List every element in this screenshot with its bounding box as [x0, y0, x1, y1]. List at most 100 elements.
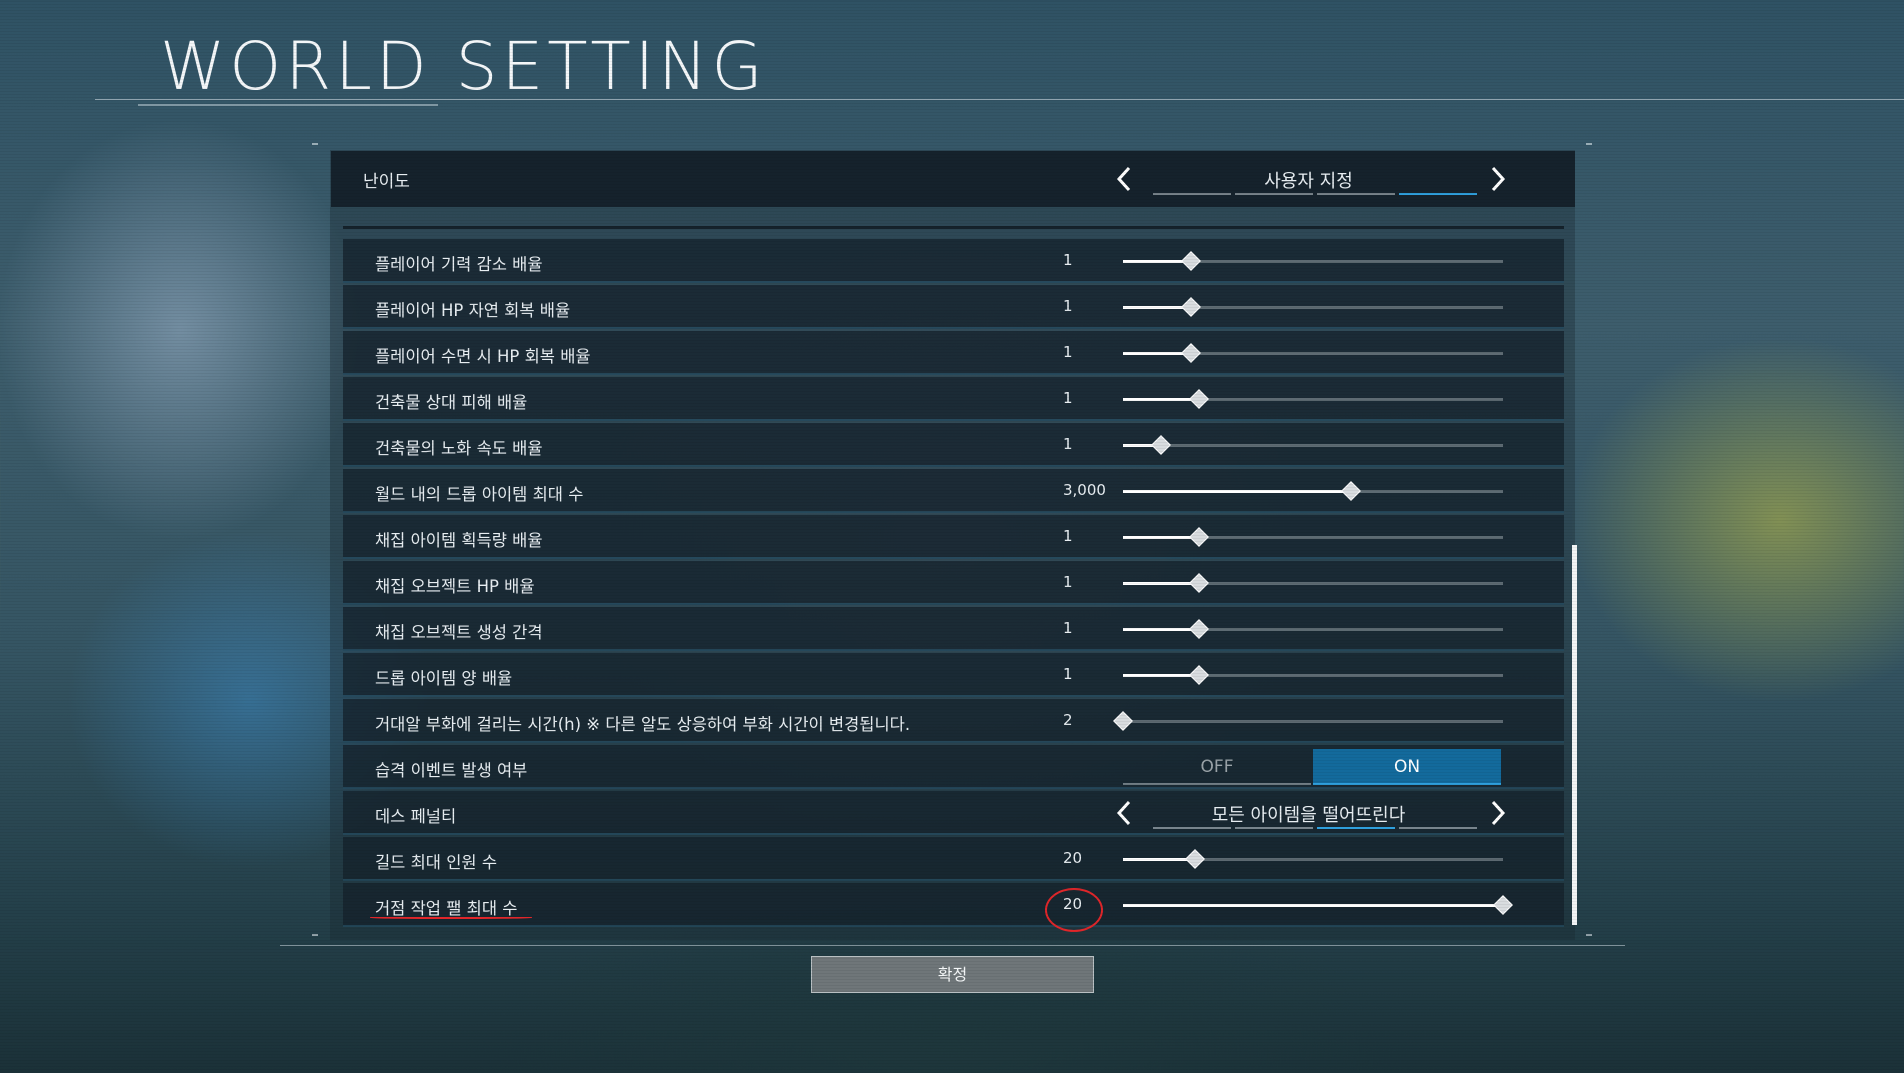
setting-row: 건축물의 노화 속도 배율 1 — [343, 423, 1564, 467]
selector-next-button[interactable] — [1487, 799, 1509, 827]
selector-segment — [1399, 827, 1477, 829]
setting-slider[interactable] — [1123, 895, 1513, 924]
setting-label: 데스 페널티 — [375, 807, 457, 826]
slider-thumb[interactable] — [1189, 527, 1209, 547]
slider-thumb[interactable] — [1113, 711, 1133, 731]
chevron-left-icon — [1116, 166, 1131, 192]
title-accent-line — [138, 104, 438, 106]
slider-thumb[interactable] — [1181, 343, 1202, 363]
setting-row: 채집 오브젝트 생성 간격 1 — [343, 607, 1564, 651]
setting-label: 채집 오브젝트 생성 간격 — [375, 623, 543, 642]
slider-track — [1123, 720, 1503, 723]
setting-label: 채집 아이템 획득량 배율 — [375, 531, 543, 550]
selector-segment — [1235, 827, 1313, 829]
setting-slider[interactable] — [1123, 435, 1503, 464]
slider-fill — [1123, 536, 1199, 539]
selector-segment-active — [1317, 827, 1395, 829]
setting-slider[interactable] — [1123, 389, 1503, 418]
chevron-right-icon — [1491, 166, 1506, 192]
selector-prev-button[interactable] — [1113, 799, 1135, 827]
panel-bottom-line — [280, 945, 1625, 946]
setting-row: 데스 페널티 모든 아이템을 떨어뜨린다 — [343, 791, 1564, 835]
setting-row: 채집 아이템 획득량 배율 1 — [343, 515, 1564, 559]
setting-slider[interactable] — [1123, 573, 1503, 602]
setting-slider[interactable] — [1123, 343, 1503, 372]
setting-label: 거대알 부화에 걸리는 시간(h) ※ 다른 알도 상응하여 부화 시간이 변경… — [375, 715, 911, 734]
slider-fill — [1123, 904, 1503, 907]
difficulty-prev-button[interactable] — [1113, 165, 1135, 193]
setting-label: 드롭 아이템 양 배율 — [375, 669, 513, 688]
setting-label: 플레이어 수면 시 HP 회복 배율 — [375, 347, 591, 366]
slider-thumb[interactable] — [1181, 297, 1202, 317]
frame-corner — [312, 934, 318, 936]
difficulty-next-button[interactable] — [1487, 165, 1509, 193]
setting-row: 플레이어 HP 자연 회복 배율 1 — [343, 285, 1564, 329]
setting-row: 드롭 아이템 양 배율 1 — [343, 653, 1564, 697]
slider-thumb[interactable] — [1341, 481, 1361, 501]
slider-thumb[interactable] — [1189, 573, 1209, 593]
setting-value: 1 — [1063, 527, 1073, 545]
toggle-off-button[interactable]: OFF — [1123, 749, 1311, 785]
difficulty-bar: 난이도 사용자 지정 — [331, 151, 1575, 207]
slider-thumb[interactable] — [1189, 665, 1209, 685]
setting-value: 2 — [1063, 711, 1073, 729]
slider-thumb[interactable] — [1181, 251, 1202, 271]
setting-row: 길드 최대 인원 수 20 — [343, 837, 1564, 881]
difficulty-value: 사용자 지정 — [1264, 171, 1353, 192]
setting-row: 습격 이벤트 발생 여부 OFF ON — [343, 745, 1564, 789]
setting-value: 1 — [1063, 435, 1073, 453]
confirm-button[interactable]: 확정 — [811, 956, 1094, 993]
setting-label: 길드 최대 인원 수 — [375, 853, 497, 872]
difficulty-segment — [1153, 193, 1231, 195]
slider-thumb[interactable] — [1189, 389, 1209, 409]
setting-slider[interactable] — [1123, 481, 1503, 510]
setting-row: 월드 내의 드롭 아이템 최대 수 3,000 — [343, 469, 1564, 513]
slider-track — [1123, 444, 1503, 447]
title-divider — [95, 99, 1904, 100]
setting-label: 월드 내의 드롭 아이템 최대 수 — [375, 485, 584, 504]
setting-slider[interactable] — [1123, 527, 1503, 556]
chevron-right-icon — [1491, 800, 1506, 826]
setting-row: 플레이어 기력 감소 배율 1 — [343, 239, 1564, 283]
setting-value: 1 — [1063, 573, 1073, 591]
slider-fill — [1123, 628, 1199, 631]
slider-thumb[interactable] — [1189, 619, 1209, 639]
setting-slider[interactable] — [1123, 297, 1503, 326]
slider-fill — [1123, 674, 1199, 677]
setting-slider[interactable] — [1123, 619, 1503, 648]
setting-label: 플레이어 기력 감소 배율 — [375, 255, 543, 274]
setting-value: 1 — [1063, 297, 1073, 315]
frame-corner — [1586, 143, 1592, 145]
setting-value: 1 — [1063, 665, 1073, 683]
setting-value: 1 — [1063, 389, 1073, 407]
slider-thumb[interactable] — [1493, 895, 1513, 915]
setting-row: 거대알 부화에 걸리는 시간(h) ※ 다른 알도 상응하여 부화 시간이 변경… — [343, 699, 1564, 743]
setting-label: 건축물 상대 피해 배율 — [375, 393, 528, 412]
frame-corner — [1586, 934, 1592, 936]
difficulty-segment — [1235, 193, 1313, 195]
setting-value: 1 — [1063, 343, 1073, 361]
setting-row: 건축물 상대 피해 배율 1 — [343, 377, 1564, 421]
setting-row: 채집 오브젝트 HP 배율 1 — [343, 561, 1564, 605]
slider-fill — [1123, 582, 1199, 585]
setting-slider[interactable] — [1123, 251, 1503, 280]
annotation-underline — [370, 916, 532, 919]
slider-thumb[interactable] — [1151, 435, 1171, 455]
page-title: WORLD SETTING — [160, 28, 767, 105]
setting-label: 채집 오브젝트 HP 배율 — [375, 577, 535, 596]
difficulty-segment-active — [1399, 193, 1477, 195]
slider-thumb[interactable] — [1185, 849, 1206, 869]
annotation-circle — [1045, 888, 1103, 932]
scrollbar-thumb[interactable] — [1572, 545, 1577, 925]
setting-slider[interactable] — [1123, 849, 1503, 878]
setting-value: 20 — [1063, 849, 1083, 867]
setting-slider[interactable] — [1113, 711, 1503, 740]
difficulty-segment — [1317, 193, 1395, 195]
setting-label: 습격 이벤트 발생 여부 — [375, 761, 528, 780]
setting-slider[interactable] — [1123, 665, 1503, 694]
setting-value: 3,000 — [1063, 481, 1106, 499]
setting-value: 1 — [1063, 251, 1073, 269]
toggle-on-button[interactable]: ON — [1313, 749, 1501, 785]
difficulty-label: 난이도 — [363, 172, 410, 192]
setting-label: 건축물의 노화 속도 배율 — [375, 439, 543, 458]
